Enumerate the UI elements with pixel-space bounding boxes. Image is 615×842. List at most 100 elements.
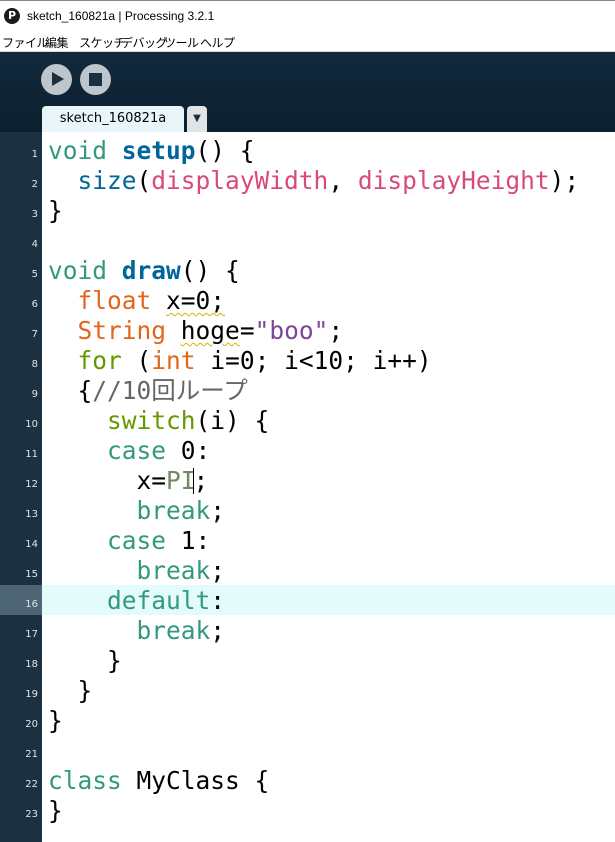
line-number: 2: [31, 179, 38, 190]
code-token: void: [48, 136, 108, 165]
code-token: for: [77, 346, 122, 375]
code-token: displayHeight: [357, 166, 550, 195]
line-number: 17: [25, 629, 38, 640]
stop-icon: [89, 73, 102, 86]
code-token: "boo": [254, 316, 329, 345]
chevron-down-icon: ▼: [193, 113, 201, 124]
code-token: (i) {: [195, 406, 270, 435]
line-number: 23: [25, 809, 38, 820]
line-number: 22: [25, 779, 38, 790]
code-token: }: [48, 196, 63, 225]
line-number: 5: [31, 269, 38, 280]
code-line: break;: [48, 556, 226, 586]
code-token: () {: [180, 256, 240, 285]
code-token: ;: [210, 616, 226, 645]
code-line: String hoge="boo";: [48, 316, 344, 346]
tab-menu-button[interactable]: ▼: [187, 106, 207, 132]
code-token: =: [239, 316, 255, 345]
code-token: i=0; i<10; i++): [195, 346, 432, 375]
code-token: ;: [210, 496, 226, 525]
line-number: 8: [31, 359, 38, 370]
line-number: 12: [25, 479, 38, 490]
code-line: }: [48, 796, 63, 826]
processing-app-icon: P: [4, 8, 20, 24]
code-token: :: [210, 586, 226, 615]
code-token: }: [48, 706, 63, 735]
code-line: class MyClass {: [48, 766, 269, 796]
line-number: 20: [25, 719, 38, 730]
line-number: 19: [25, 689, 38, 700]
code-line: }: [48, 676, 93, 706]
code-token: 1:: [166, 526, 211, 555]
code-token: class: [48, 766, 122, 795]
menu-sketch[interactable]: スケッチ: [79, 34, 126, 51]
menu-tools[interactable]: ツール: [164, 34, 199, 51]
code-line: void setup() {: [48, 136, 255, 166]
code-line: float x=0;: [48, 286, 226, 316]
code-line: }: [48, 196, 63, 226]
play-icon: [52, 72, 64, 86]
code-line: break;: [48, 496, 226, 526]
menu-edit[interactable]: 編集: [45, 34, 69, 51]
code-token: ;: [210, 556, 226, 585]
code-line: {//10回ループ: [48, 376, 248, 406]
stop-button[interactable]: [80, 64, 111, 95]
code-line: case 1:: [48, 526, 210, 556]
code-token: MyClass {: [121, 766, 270, 795]
window-title: sketch_160821a | Processing 3.2.1: [27, 9, 215, 23]
code-token: displayWidth: [151, 166, 329, 195]
code-line: case 0:: [48, 436, 210, 466]
code-line: }: [48, 646, 122, 676]
code-token: hoge: [180, 316, 240, 345]
run-button[interactable]: [41, 64, 72, 95]
code-comment: //10回ループ: [92, 376, 248, 405]
code-token: default: [107, 586, 211, 615]
code-token: void: [48, 256, 108, 285]
line-number: 7: [31, 329, 38, 340]
line-number: 11: [25, 449, 38, 460]
menu-bar: ファイル 編集 スケッチ デバッグ ツール ヘルプ: [0, 32, 615, 52]
code-line: switch(i) {: [48, 406, 269, 436]
code-token: int: [151, 346, 196, 375]
line-number: 15: [25, 569, 38, 580]
code-line: for (int i=0; i<10; i++): [48, 346, 432, 376]
code-token: setup: [121, 136, 196, 165]
menu-file[interactable]: ファイル: [2, 34, 49, 51]
code-token: }: [48, 796, 63, 825]
code-token: float: [77, 286, 152, 315]
code-token: String: [77, 316, 167, 345]
code-token: case: [107, 526, 167, 555]
code-line: default:: [48, 586, 225, 616]
code-token: 0:: [166, 436, 211, 465]
code-token: {: [77, 376, 93, 405]
code-token: PI: [166, 466, 196, 495]
menu-help[interactable]: ヘルプ: [200, 34, 235, 51]
code-token: () {: [195, 136, 255, 165]
code-token: ;: [328, 316, 344, 345]
code-line: break;: [48, 616, 226, 646]
code-line: x=PI;: [48, 466, 209, 496]
code-token: x=0;: [166, 286, 226, 315]
code-token: break: [136, 556, 211, 585]
line-number: 9: [31, 389, 38, 400]
line-number: 14: [25, 539, 38, 550]
menu-debug[interactable]: デバッグ: [121, 34, 168, 51]
line-number: 13: [25, 509, 38, 520]
title-bar: P sketch_160821a | Processing 3.2.1: [0, 0, 615, 32]
line-number: 6: [31, 299, 38, 310]
code-token: draw: [121, 256, 181, 285]
line-number: 4: [31, 239, 38, 250]
code-token: ,: [328, 166, 358, 195]
code-line: }: [48, 706, 63, 736]
code-token: x=: [136, 466, 167, 495]
code-token: (: [121, 346, 152, 375]
line-number: 21: [25, 749, 38, 760]
code-token: break: [136, 616, 211, 645]
line-number: 1: [31, 149, 38, 160]
tab-sketch[interactable]: sketch_160821a: [42, 106, 184, 132]
line-number: 10: [25, 419, 38, 430]
code-token: ;: [193, 466, 209, 495]
code-line: size(displayWidth, displayHeight);: [48, 166, 580, 196]
code-token: }: [77, 676, 93, 705]
code-token: case: [107, 436, 167, 465]
